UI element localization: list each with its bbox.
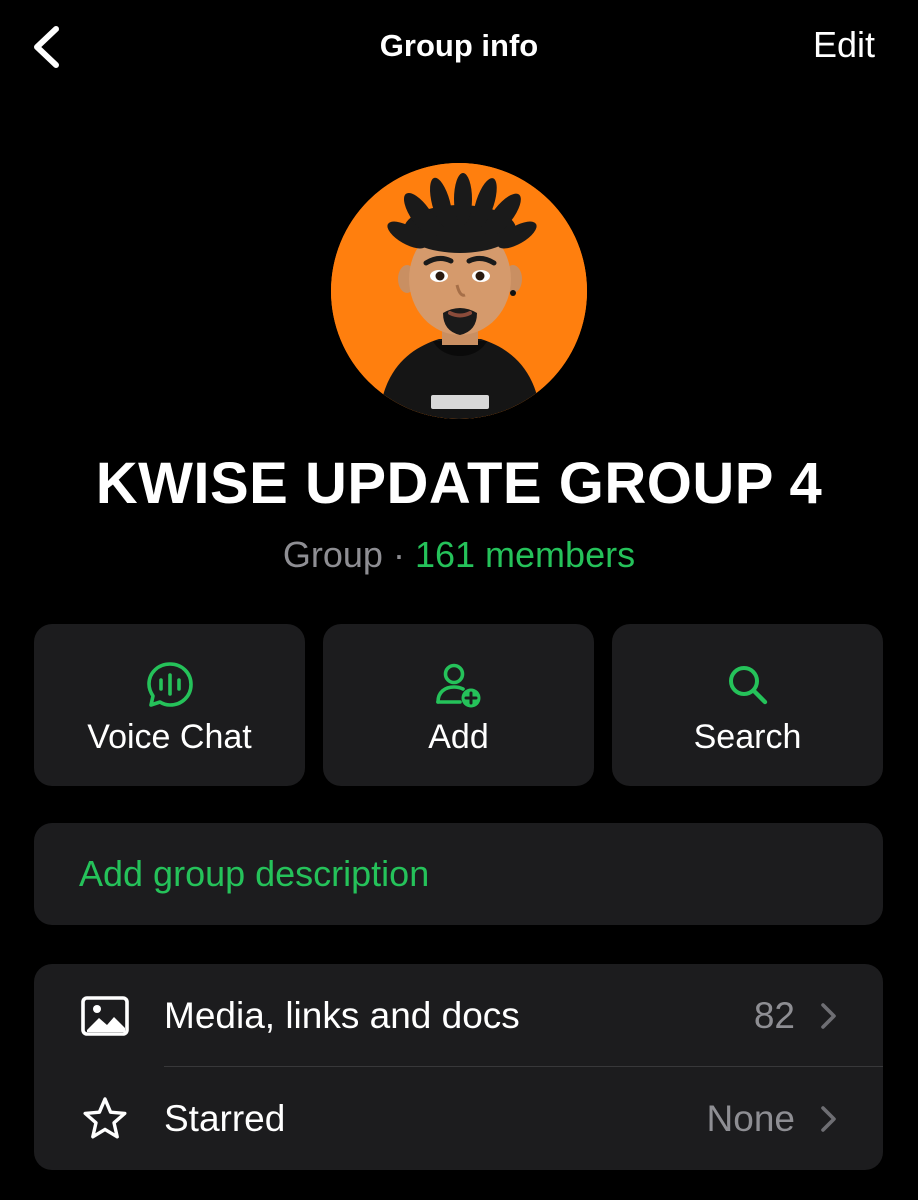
- voice-chat-icon: [146, 662, 193, 707]
- menu-row-label: Starred: [164, 1098, 286, 1139]
- add-member-button[interactable]: Add: [323, 624, 594, 786]
- add-member-icon: [435, 663, 480, 708]
- info-menu: Media, links and docs 82 Starred None: [34, 964, 883, 1170]
- starred-count: None: [706, 1098, 795, 1139]
- meta-separator: ·: [392, 534, 405, 575]
- member-count-link[interactable]: 161 members: [415, 534, 635, 575]
- add-member-label: Add: [428, 718, 489, 756]
- edit-button[interactable]: Edit: [813, 24, 875, 66]
- voice-chat-label: Voice Chat: [87, 718, 252, 756]
- search-icon: [728, 666, 767, 705]
- chevron-right-icon: [821, 1003, 836, 1029]
- hoodie-print: [431, 395, 489, 409]
- add-description-link[interactable]: Add group description: [79, 853, 429, 895]
- search-button[interactable]: Search: [612, 624, 883, 786]
- media-count: 82: [753, 995, 795, 1036]
- group-description-card[interactable]: Add group description: [34, 823, 883, 925]
- star-icon: [83, 1097, 127, 1139]
- menu-row-label: Media, links and docs: [164, 995, 520, 1036]
- menu-row-starred[interactable]: Starred None: [34, 1067, 883, 1169]
- search-label: Search: [693, 718, 802, 756]
- menu-row-media[interactable]: Media, links and docs 82: [34, 964, 883, 1067]
- chevron-right-icon: [821, 1106, 836, 1132]
- group-avatar[interactable]: [331, 163, 587, 419]
- page-title: Group info: [379, 28, 539, 63]
- group-meta: Group · 161 members: [0, 534, 918, 576]
- group-kind: Group: [282, 534, 383, 575]
- voice-chat-button[interactable]: Voice Chat: [34, 624, 305, 786]
- image-icon: [81, 996, 129, 1036]
- group-name: KWISE UPDATE GROUP 4: [95, 451, 823, 516]
- avatar-image: [331, 163, 587, 419]
